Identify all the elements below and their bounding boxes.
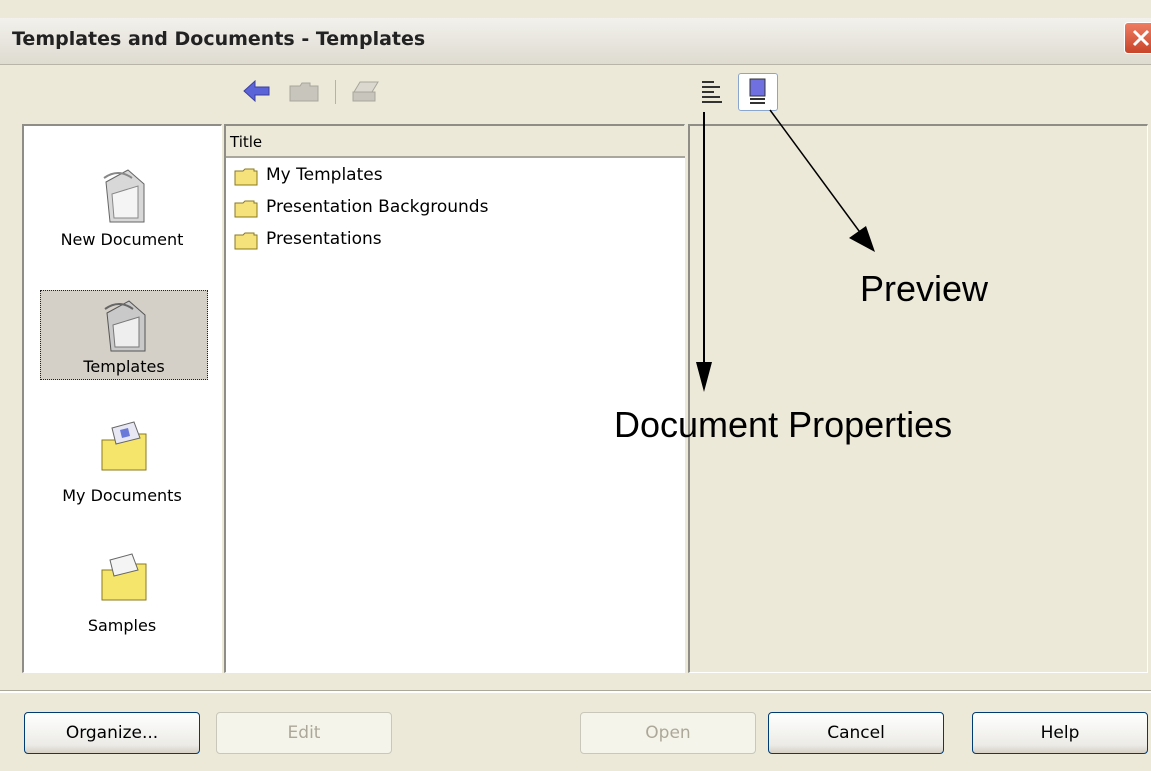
open-button-label: Open [645, 723, 691, 743]
cancel-button-label: Cancel [827, 723, 885, 743]
cancel-button[interactable]: Cancel [768, 712, 944, 754]
annotation-document-properties: Document Properties [614, 404, 953, 445]
edit-button[interactable]: Edit [216, 712, 392, 754]
help-button[interactable]: Help [972, 712, 1148, 754]
callout-arrows [696, 109, 875, 392]
open-button[interactable]: Open [580, 712, 756, 754]
annotation-preview: Preview [860, 268, 989, 309]
button-bar-separator [0, 690, 1151, 693]
edit-button-label: Edit [287, 723, 321, 743]
organize-button-label: Organize... [65, 723, 159, 743]
help-button-label: Help [1040, 723, 1080, 743]
organize-button[interactable]: Organize... [24, 712, 200, 754]
templates-dialog: Templates and Documents - Templates New … [0, 0, 1151, 771]
